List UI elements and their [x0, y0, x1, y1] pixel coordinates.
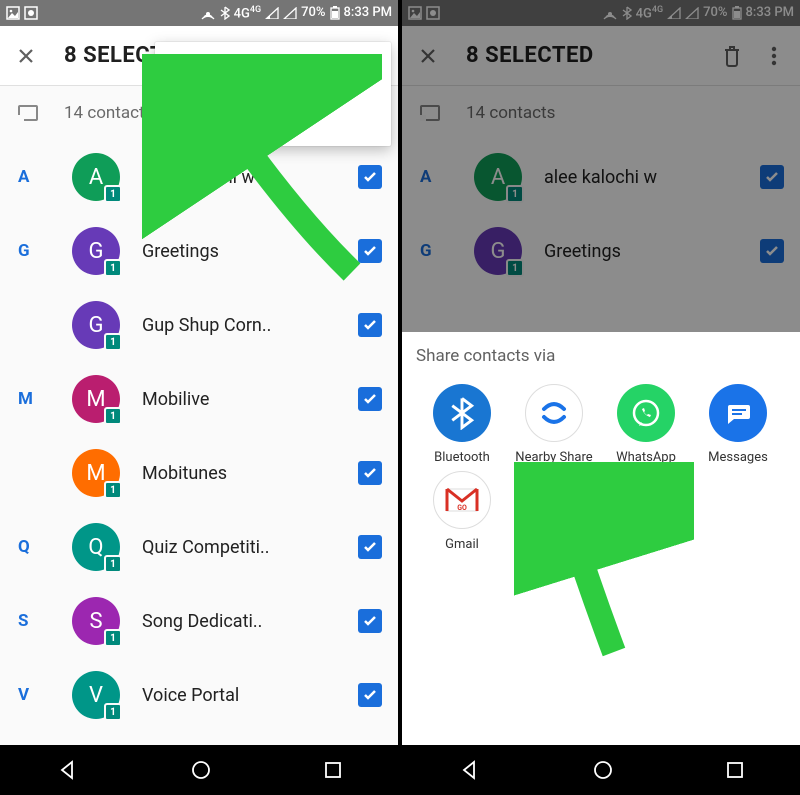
contact-name: Mobitunes	[142, 463, 348, 484]
home-button[interactable]	[593, 760, 613, 780]
nearby-share-icon	[525, 384, 583, 442]
sim-badge	[104, 333, 122, 351]
contact-avatar: G	[72, 227, 120, 275]
annotation-arrow	[514, 462, 694, 662]
battery-icon	[330, 6, 340, 20]
contact-avatar: A	[72, 153, 120, 201]
sim-badge	[104, 555, 122, 573]
phone-right: 4G4G 70% 8:33 PM 8 SELECTED 14 contacts …	[402, 0, 800, 795]
checkbox-checked[interactable]	[358, 313, 382, 337]
contact-row[interactable]: S S Song Dedicati..	[0, 584, 398, 658]
contact-row[interactable]: Q Q Quiz Competiti..	[0, 510, 398, 584]
share-label: Bluetooth	[416, 450, 508, 465]
section-letter: G	[18, 241, 30, 261]
section-letter: V	[18, 685, 29, 705]
sim-badge	[104, 629, 122, 647]
signal2-icon	[283, 7, 297, 19]
share-messages[interactable]: Messages	[692, 384, 784, 465]
recent-button[interactable]	[726, 761, 744, 779]
back-button[interactable]	[458, 759, 480, 781]
section-letter: Q	[18, 537, 30, 557]
phone-left: 4G4G 70% 8:33 PM 8 SELECTED 14 contacts …	[0, 0, 398, 795]
network-text: 4G4G	[234, 5, 262, 21]
battery-text: 70%	[301, 5, 325, 20]
contact-name: Quiz Competiti..	[142, 537, 348, 558]
section-letter: M	[18, 389, 33, 409]
whatsapp-icon	[617, 384, 675, 442]
bluetooth-icon	[220, 6, 230, 20]
hotspot-icon	[200, 6, 216, 20]
sim-badge	[104, 481, 122, 499]
contact-name: Song Dedicati..	[142, 611, 348, 632]
contact-avatar: G	[72, 301, 120, 349]
share-gmail[interactable]: GO Gmail	[416, 471, 508, 552]
share-nearby[interactable]: Nearby Share	[508, 384, 600, 465]
contact-row[interactable]: M M Mobilive	[0, 362, 398, 436]
contact-avatar: Q	[72, 523, 120, 571]
contact-row[interactable]: V V Voice Portal	[0, 658, 398, 732]
back-button[interactable]	[56, 759, 78, 781]
share-label: Messages	[692, 450, 784, 465]
contact-avatar: S	[72, 597, 120, 645]
share-bluetooth[interactable]: Bluetooth	[416, 384, 508, 465]
messages-icon	[709, 384, 767, 442]
checkbox-checked[interactable]	[358, 535, 382, 559]
contact-name: Mobilive	[142, 389, 348, 410]
contact-name: Gup Shup Corn..	[142, 315, 348, 336]
time-text: 8:33 PM	[344, 5, 393, 20]
recent-button[interactable]	[324, 761, 342, 779]
contact-name: Voice Portal	[142, 685, 348, 706]
annotation-arrow	[142, 54, 382, 294]
svg-text:GO: GO	[457, 504, 467, 512]
contact-row[interactable]: M Mobitunes	[0, 436, 398, 510]
contact-row[interactable]: G Gup Shup Corn..	[0, 288, 398, 362]
checkbox-checked[interactable]	[358, 461, 382, 485]
section-letter: A	[18, 167, 29, 187]
gmail-icon: GO	[433, 471, 491, 529]
sim-badge	[104, 407, 122, 425]
close-icon[interactable]	[12, 42, 40, 70]
share-label: Gmail	[416, 537, 508, 552]
android-navbar	[0, 745, 398, 795]
contacts-count: 14 contacts	[64, 103, 153, 123]
signal-icon	[265, 7, 279, 19]
bottom-sheet-scrim[interactable]	[402, 0, 800, 332]
android-navbar	[402, 745, 800, 795]
sim-icon	[18, 105, 38, 121]
checkbox-checked[interactable]	[358, 609, 382, 633]
share-whatsapp[interactable]: WhatsApp	[600, 384, 692, 465]
home-button[interactable]	[191, 760, 211, 780]
contact-avatar: M	[72, 449, 120, 497]
sim-badge	[104, 703, 122, 721]
status-bar: 4G4G 70% 8:33 PM	[0, 0, 398, 26]
sim-badge	[104, 185, 122, 203]
record-icon	[24, 6, 38, 20]
image-icon	[6, 6, 20, 20]
sim-badge	[104, 259, 122, 277]
section-letter: S	[18, 611, 28, 631]
bluetooth-app-icon	[433, 384, 491, 442]
contact-avatar: M	[72, 375, 120, 423]
contact-avatar: V	[72, 671, 120, 719]
share-sheet-title: Share contacts via	[416, 346, 792, 366]
checkbox-checked[interactable]	[358, 683, 382, 707]
checkbox-checked[interactable]	[358, 387, 382, 411]
